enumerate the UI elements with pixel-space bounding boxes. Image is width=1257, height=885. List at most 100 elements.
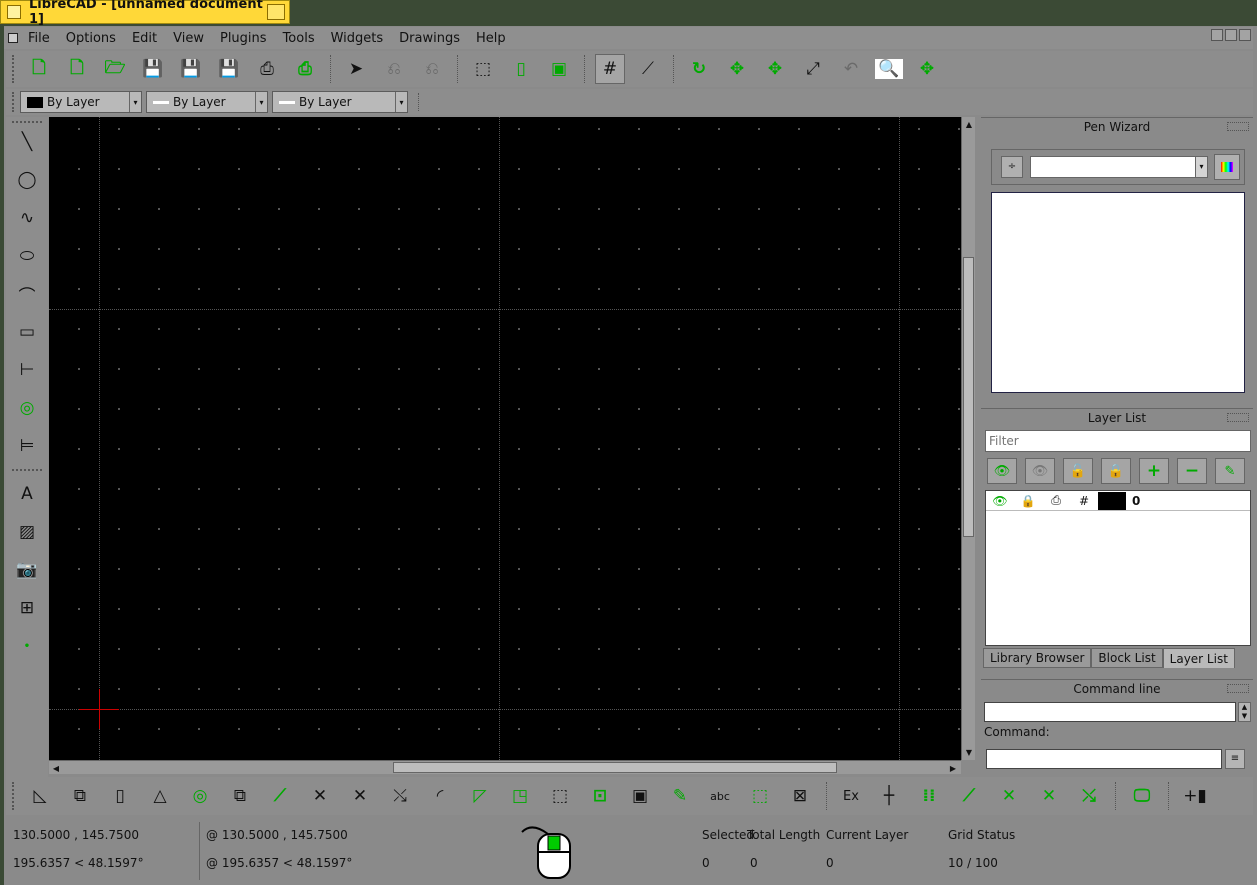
layer-row[interactable]: 👁 🔒 ⎙ # 0 [986, 491, 1250, 511]
menu-drawings[interactable]: Drawings [391, 31, 468, 46]
pen-wizard-menu-button[interactable]: ÷ [1001, 156, 1023, 178]
command-history[interactable] [984, 702, 1236, 722]
zoom-window-icon[interactable]: 🔍 [874, 54, 904, 84]
tab-layer-list[interactable]: Layer List [1162, 648, 1235, 668]
vertical-scrollbar[interactable]: ▲ ▼ [961, 117, 975, 760]
paste-icon[interactable]: ▣ [544, 54, 574, 84]
toolbar-grip[interactable] [12, 121, 42, 123]
tab-block-list[interactable]: Block List [1091, 648, 1163, 668]
ortho-draft-icon[interactable]: ⟋ [633, 54, 663, 84]
app-menu-icon[interactable] [8, 33, 18, 43]
snap-text-icon[interactable]: abc [705, 781, 735, 811]
layer-visible-icon[interactable]: 👁 [986, 494, 1014, 508]
restore-icon[interactable] [1225, 29, 1237, 41]
menu-view[interactable]: View [165, 31, 212, 46]
snap-ex-icon[interactable]: Ex [836, 781, 866, 811]
layer-filter-input[interactable] [985, 430, 1251, 452]
snap-tangent-icon[interactable]: ✕ [345, 781, 375, 811]
snap-scale-icon[interactable]: ✎ [665, 781, 695, 811]
select-icon[interactable]: ▭ [12, 317, 42, 347]
copy-icon[interactable]: ▯ [506, 54, 536, 84]
dock-close-icon[interactable] [1227, 413, 1249, 422]
dock-close-icon[interactable] [1227, 684, 1249, 693]
snap-free-icon[interactable]: ◺ [25, 781, 55, 811]
scroll-right-icon[interactable]: ▶ [947, 762, 959, 774]
layer-print-icon[interactable]: ⎙ [1042, 493, 1070, 508]
redraw-icon[interactable]: ↻ [684, 54, 714, 84]
hide-all-layers-icon[interactable]: 👁 [1025, 458, 1055, 484]
info-icon[interactable]: ⊨ [12, 431, 42, 461]
minimize-icon[interactable] [1211, 29, 1223, 41]
hatch-icon[interactable]: ▨ [12, 517, 42, 547]
cut-icon[interactable]: ⬚ [468, 54, 498, 84]
width-selector[interactable]: By Layer ▾ [146, 91, 268, 113]
color-picker-button[interactable] [1214, 154, 1240, 180]
snap-cross-icon[interactable]: ┼ [874, 781, 904, 811]
vertical-scroll-thumb[interactable] [963, 257, 974, 537]
horizontal-scrollbar[interactable]: ◀ ▶ [49, 760, 961, 774]
close-icon[interactable] [1239, 29, 1251, 41]
line-icon[interactable]: ╲ [12, 127, 42, 157]
circle-icon[interactable]: ◯ [12, 165, 42, 195]
pen-wizard-combo[interactable]: ▾ [1030, 156, 1208, 178]
undo-icon[interactable]: ⎌ [379, 54, 409, 84]
horizontal-scroll-thumb[interactable] [393, 762, 837, 773]
new-file-icon[interactable]: 🗋 [24, 54, 54, 84]
snap-node3-icon[interactable]: ✕ [1034, 781, 1064, 811]
snap-corner-icon[interactable]: ◳ [505, 781, 535, 811]
toolbar-grip[interactable] [12, 92, 16, 112]
window-tab[interactable]: LibreCAD - [unnamed document 1] [0, 0, 290, 27]
menu-file[interactable]: File [20, 31, 58, 46]
dock-close-icon[interactable] [1227, 122, 1249, 131]
zoom-pan-icon[interactable]: ✥ [912, 54, 942, 84]
new-from-template-icon[interactable]: 🗋 [62, 54, 92, 84]
layer-lock-icon[interactable]: 🔒 [1014, 494, 1042, 508]
print-preview-icon[interactable]: ⎙ [290, 54, 320, 84]
snap-endpoint-icon[interactable]: ▯ [105, 781, 135, 811]
snap-distance-icon[interactable]: ⟋ [265, 781, 295, 811]
snap-box-icon[interactable]: ⬚ [745, 781, 775, 811]
toolbar-grip[interactable] [12, 782, 16, 810]
snap-move-icon[interactable]: ⊡ [585, 781, 615, 811]
snap-rect-icon[interactable]: ⬚ [545, 781, 575, 811]
redo-icon[interactable]: ⎌ [417, 54, 447, 84]
menu-plugins[interactable]: Plugins [212, 31, 275, 46]
scroll-down-icon[interactable]: ▼ [963, 746, 975, 758]
zoom-previous-icon[interactable]: ↶ [836, 54, 866, 84]
open-folder-icon[interactable]: 🗁 [100, 54, 130, 84]
scroll-left-icon[interactable]: ◀ [50, 762, 62, 774]
snap-angle-icon[interactable]: ◸ [465, 781, 495, 811]
modify-icon[interactable]: ◎ [12, 393, 42, 423]
snap-intersection-icon[interactable]: ✕ [305, 781, 335, 811]
snap-center-icon[interactable]: ◎ [185, 781, 215, 811]
image-icon[interactable]: 📷 [12, 555, 42, 585]
print-icon[interactable]: ⎙ [252, 54, 282, 84]
text-icon[interactable]: A [12, 479, 42, 509]
command-input[interactable] [986, 749, 1222, 769]
snap-node4-icon[interactable]: ⤯ [1074, 781, 1104, 811]
remove-layer-icon[interactable]: − [1177, 458, 1207, 484]
snap-grid-icon[interactable]: ⧉ [65, 781, 95, 811]
select-pointer-icon[interactable]: ➤ [341, 54, 371, 84]
point-icon[interactable]: • [12, 631, 42, 661]
layer-construction-icon[interactable]: # [1070, 494, 1098, 508]
tab-library-browser[interactable]: Library Browser [983, 648, 1092, 668]
save-icon[interactable]: 💾 [138, 54, 168, 84]
menu-help[interactable]: Help [468, 31, 514, 46]
color-selector[interactable]: By Layer ▾ [20, 91, 142, 113]
dimension-icon[interactable]: ⊢ [12, 355, 42, 385]
scroll-up-icon[interactable]: ▲ [963, 118, 975, 130]
linetype-selector[interactable]: By Layer ▾ [272, 91, 408, 113]
add-icon[interactable]: +▮ [1180, 781, 1210, 811]
save-as-icon[interactable]: 💾 [176, 54, 206, 84]
zoom-in-icon[interactable]: ✥ [722, 54, 752, 84]
unlock-all-layers-icon[interactable]: 🔓 [1063, 458, 1093, 484]
snap-rotate-icon[interactable]: ▣ [625, 781, 655, 811]
toolbar-grip[interactable] [12, 55, 16, 83]
add-layer-icon[interactable]: + [1139, 458, 1169, 484]
show-all-layers-icon[interactable]: 👁 [987, 458, 1017, 484]
polyline-icon[interactable]: ⌒ [12, 279, 42, 309]
snap-box2-icon[interactable]: ⊠ [785, 781, 815, 811]
block-icon[interactable]: ⊞ [12, 593, 42, 623]
menu-widgets[interactable]: Widgets [323, 31, 392, 46]
